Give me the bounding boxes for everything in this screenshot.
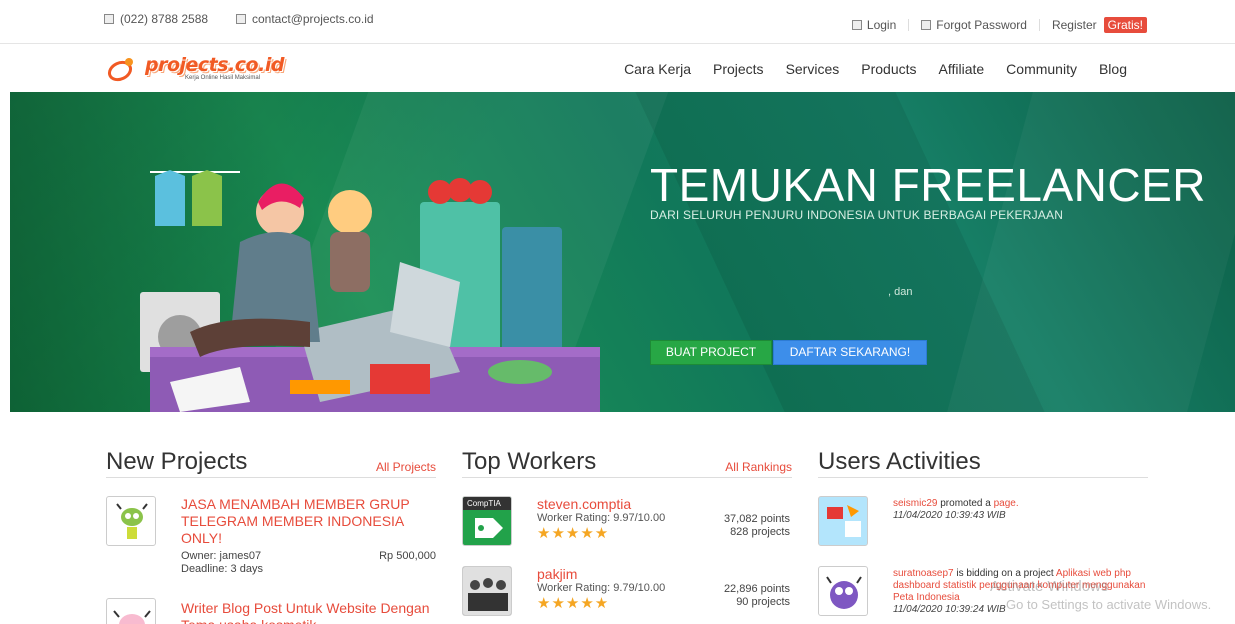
purple-monster-icon	[826, 576, 862, 609]
promote-icon	[827, 505, 861, 537]
phone-contact: (022) 8788 2588	[104, 12, 208, 26]
phone-icon	[104, 14, 114, 24]
activity-target[interactable]: page.	[994, 498, 1019, 509]
account-links: Login Forgot Password Register Gratis!	[840, 17, 1147, 33]
worker-rating: Worker Rating: 9.97/10.00	[537, 512, 666, 524]
top-workers-header: Top Workers All Rankings	[462, 448, 792, 478]
forgot-password-link[interactable]: Forgot Password	[909, 19, 1040, 31]
section-title: Users Activities	[818, 448, 981, 475]
project-title[interactable]: Writer Blog Post Untuk Website Dengan Te…	[181, 600, 431, 624]
worker-avatar[interactable]: CompTIA	[462, 496, 512, 546]
activate-windows-title: Activate Windows	[990, 578, 1109, 595]
activity-user[interactable]: suratnoasep7	[893, 568, 954, 579]
logo-wordmark: projects.co.id	[145, 54, 284, 76]
all-projects-link[interactable]: All Projects	[376, 460, 436, 474]
users-activities-header: Users Activities	[818, 448, 1148, 478]
nav-projects[interactable]: Projects	[713, 61, 764, 77]
activity-time: 11/04/2020 10:39:43 WIB	[893, 510, 1006, 521]
activity-item: seismic29 promoted a page. 11/04/2020 10…	[818, 496, 1148, 556]
register-now-button[interactable]: DAFTAR SEKARANG!	[773, 340, 927, 365]
nav-blog[interactable]: Blog	[1099, 61, 1127, 77]
project-deadline: Deadline: 3 days	[181, 563, 263, 575]
comptia-logo: CompTIA	[463, 497, 511, 510]
project-avatar[interactable]	[106, 496, 156, 546]
logo-mark-icon	[107, 58, 133, 82]
hero-facet	[941, 92, 1235, 412]
hero-banner: TEMUKAN FREELANCER DARI SELURUH PENJURU …	[10, 92, 1235, 412]
activity-avatar[interactable]	[818, 566, 868, 616]
new-projects-section: New Projects All Projects JASA MENAMBAH …	[106, 448, 436, 624]
worker-item[interactable]: pakjim Worker Rating: 9.79/10.00 ★★★★★ 2…	[462, 566, 792, 624]
worker-stats: 22,896 points 90 projects	[724, 583, 790, 609]
project-title[interactable]: JASA MENAMBAH MEMBER GRUP TELEGRAM MEMBE…	[181, 496, 431, 547]
activity-text: seismic29 promoted a page. 11/04/2020 10…	[893, 498, 1148, 522]
forgot-password-label[interactable]: Forgot Password	[936, 19, 1027, 31]
nav-products[interactable]: Products	[861, 61, 916, 77]
nav-cara-kerja[interactable]: Cara Kerja	[624, 61, 691, 77]
activate-windows-subtitle: Go to Settings to activate Windows.	[1006, 597, 1212, 612]
create-project-button[interactable]: BUAT PROJECT	[650, 340, 772, 365]
worker-stats: 37,082 points 828 projects	[724, 513, 790, 539]
email-contact[interactable]: contact@projects.co.id	[236, 12, 374, 26]
mail-icon	[236, 14, 246, 24]
activity-time: 11/04/2020 10:39:24 WIB	[893, 604, 1006, 615]
project-owner: Owner: james07	[181, 550, 262, 562]
main-header: projects.co.id Kerja Online Hasil Maksim…	[0, 45, 1235, 92]
register-label[interactable]: Register	[1052, 19, 1097, 31]
worker-points: 22,896 points	[723, 583, 790, 595]
all-rankings-link[interactable]: All Rankings	[725, 460, 792, 474]
gratis-badge[interactable]: Gratis!	[1103, 17, 1147, 33]
nav-affiliate[interactable]: Affiliate	[939, 61, 985, 77]
new-projects-header: New Projects All Projects	[106, 448, 436, 478]
project-item[interactable]: JASA MENAMBAH MEMBER GRUP TELEGRAM MEMBE…	[106, 496, 436, 586]
login-label[interactable]: Login	[867, 19, 896, 31]
activity-user[interactable]: seismic29	[893, 498, 937, 509]
login-link[interactable]: Login	[840, 19, 910, 31]
project-budget: Rp 500,000	[379, 550, 436, 562]
worker-rating: Worker Rating: 9.79/10.00	[537, 582, 666, 594]
hero-connector: , dan	[888, 286, 913, 298]
key-icon	[921, 20, 932, 30]
main-nav: Cara Kerja Projects Services Products Af…	[624, 61, 1127, 77]
hero-title: TEMUKAN FREELANCER	[650, 159, 1206, 211]
star-rating: ★★★★★	[537, 525, 610, 542]
site-logo[interactable]: projects.co.id Kerja Online Hasil Maksim…	[107, 54, 287, 86]
email-address[interactable]: contact@projects.co.id	[252, 12, 374, 26]
worker-points: 37,082 points	[723, 513, 790, 525]
project-item[interactable]: Writer Blog Post Untuk Website Dengan Te…	[106, 598, 436, 624]
hero-subtitle: DARI SELURUH PENJURU INDONESIA UNTUK BER…	[650, 208, 1064, 222]
worker-name[interactable]: steven.comptia	[537, 496, 631, 512]
activity-item: suratnoasep7 is bidding on a project Apl…	[818, 566, 1148, 624]
top-bar: (022) 8788 2588 contact@projects.co.id L…	[0, 0, 1235, 44]
activity-action: promoted a	[937, 498, 994, 509]
nav-community[interactable]: Community	[1006, 61, 1077, 77]
nav-services[interactable]: Services	[786, 61, 840, 77]
activity-avatar[interactable]	[818, 496, 868, 546]
top-workers-section: Top Workers All Rankings CompTIA steven.…	[462, 448, 792, 624]
worker-projects: 828 projects	[730, 526, 790, 538]
project-avatar[interactable]	[106, 598, 156, 624]
star-rating: ★★★★★	[537, 595, 610, 612]
worker-projects: 90 projects	[736, 596, 790, 608]
book-cover-icon	[463, 567, 511, 615]
worker-avatar[interactable]	[462, 566, 512, 616]
monster-icon	[113, 610, 151, 624]
alien-icon	[116, 503, 148, 539]
section-title: Top Workers	[462, 448, 597, 475]
login-icon	[851, 20, 862, 30]
worker-name[interactable]: pakjim	[537, 566, 577, 582]
tag-icon	[475, 518, 503, 538]
register-link[interactable]: Register Gratis!	[1040, 17, 1147, 33]
phone-number: (022) 8788 2588	[120, 12, 209, 26]
logo-tagline: Kerja Online Hasil Maksimal	[185, 75, 261, 81]
worker-item[interactable]: CompTIA steven.comptia Worker Rating: 9.…	[462, 496, 792, 556]
hero-illustration	[140, 170, 600, 412]
section-title: New Projects	[106, 448, 248, 475]
